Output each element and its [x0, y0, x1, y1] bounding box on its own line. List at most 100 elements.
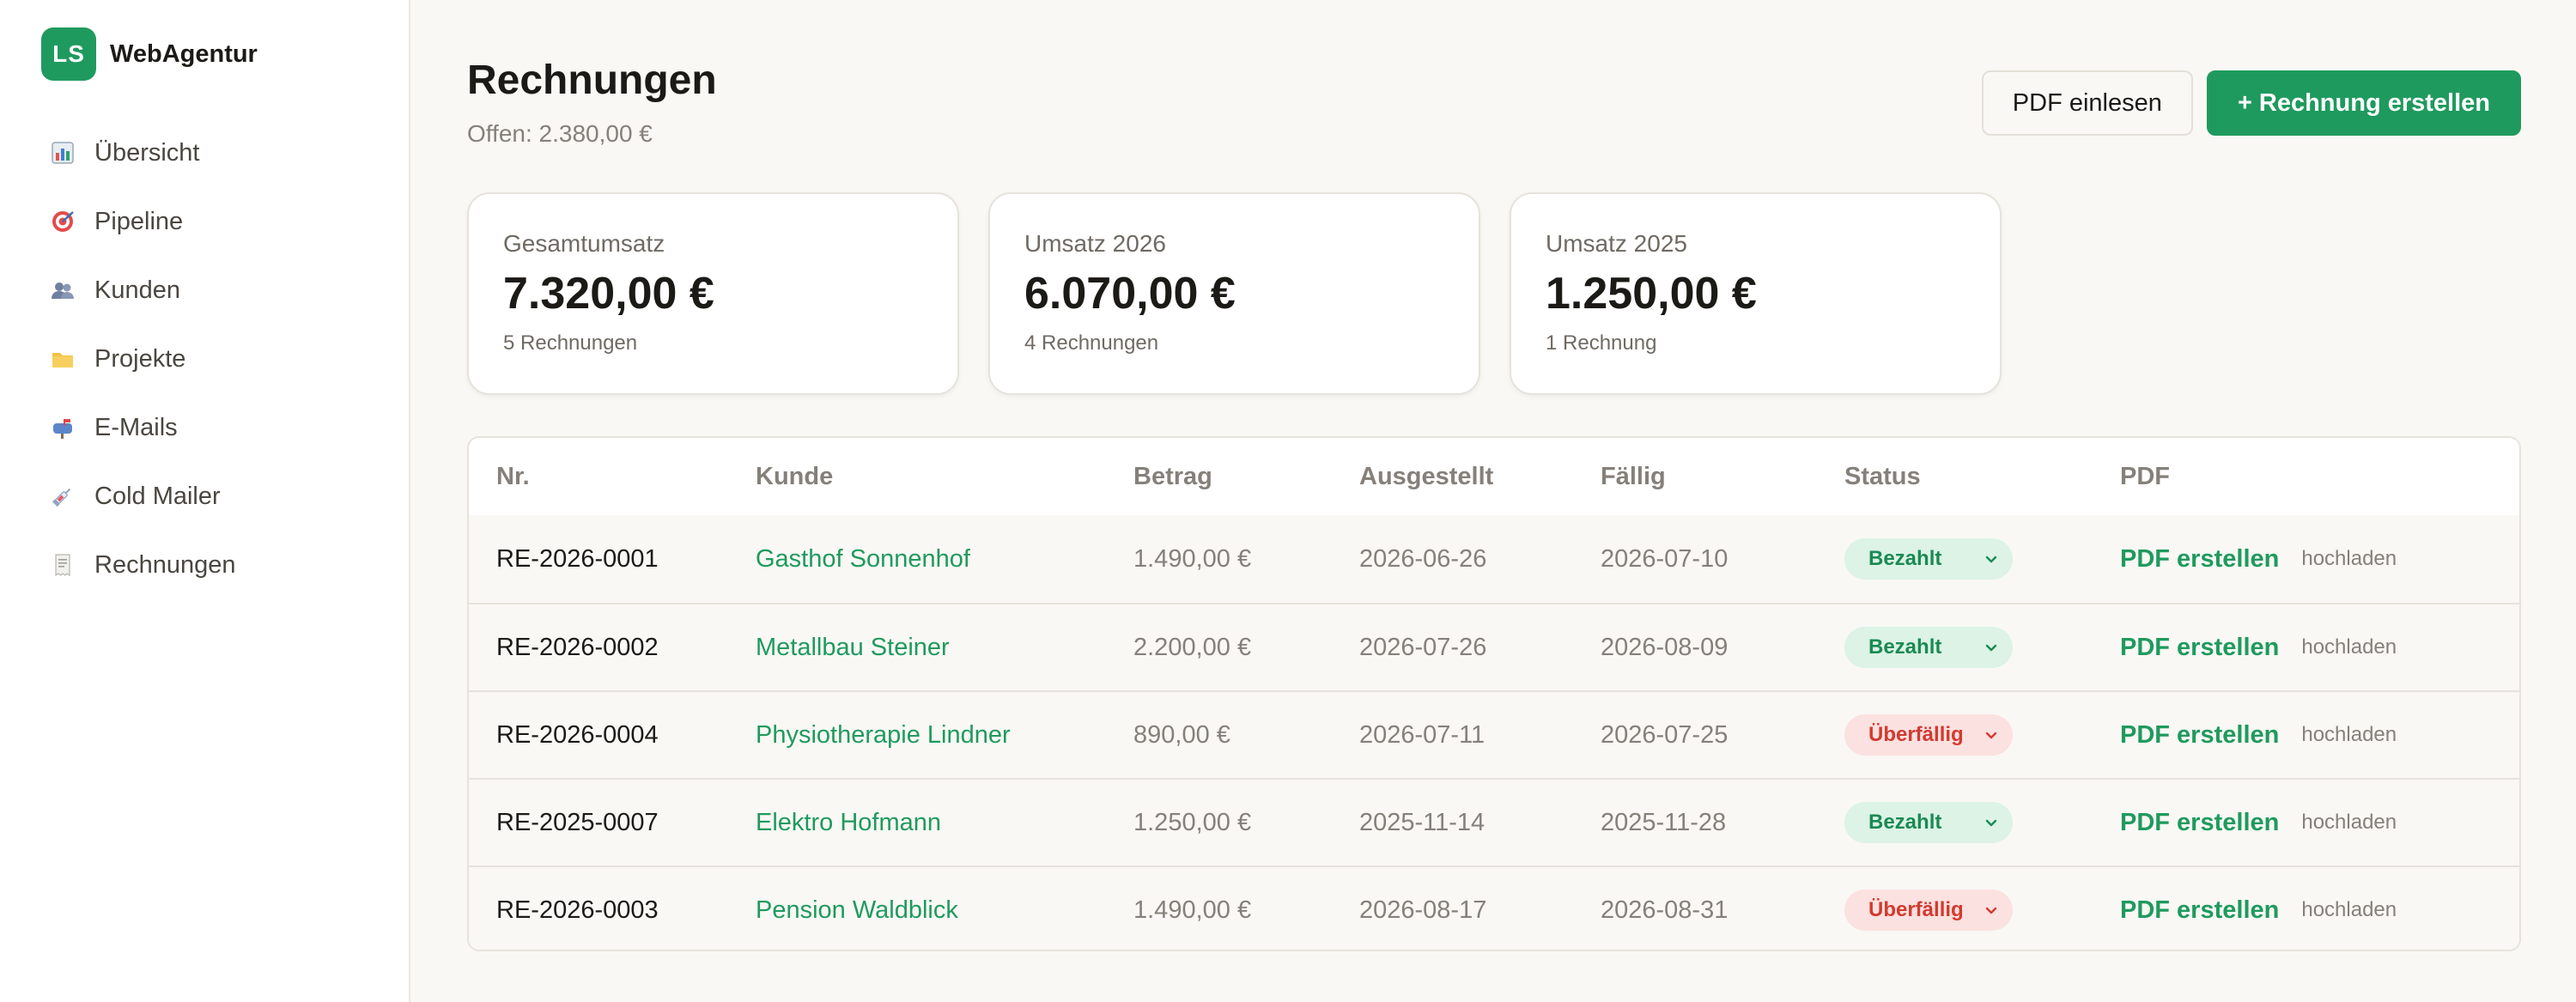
table-row[interactable]: RE-2026-0004 Physiotherapie Lindner 890,…	[469, 690, 2519, 778]
brand-logo: LS	[41, 27, 96, 81]
import-pdf-button[interactable]: PDF einlesen	[1981, 70, 2193, 136]
status-cell: Überfällig	[1844, 890, 2120, 931]
table-row[interactable]: RE-2026-0002 Metallbau Steiner 2.200,00 …	[469, 603, 2519, 690]
invoice-number: RE-2026-0001	[496, 544, 659, 573]
issued-date: 2026-06-26	[1359, 544, 1487, 573]
table-body: RE-2026-0001 Gasthof Sonnenhof 1.490,00 …	[469, 515, 2519, 950]
column-header-faellig[interactable]: Fällig	[1601, 463, 1844, 491]
status-cell: Überfällig	[1844, 714, 2120, 756]
issued-date: 2026-07-11	[1359, 720, 1485, 749]
create-invoice-button[interactable]: + Rechnung erstellen	[2206, 70, 2521, 136]
sidebar-item-uebersicht[interactable]: Übersicht	[0, 118, 409, 187]
stat-card-label: Umsatz 2025	[1546, 230, 1687, 257]
status-label: Überfällig	[1868, 898, 1964, 921]
create-pdf-link[interactable]: PDF erstellen	[2120, 545, 2279, 574]
receipt-icon	[50, 552, 76, 578]
page-title: Rechnungen	[467, 58, 717, 103]
invoice-amount: 2.200,00 €	[1133, 633, 1252, 661]
status-label: Bezahlt	[1868, 547, 1942, 570]
pdf-actions: PDF erstellen hochladen	[2120, 896, 2519, 925]
folder-icon	[50, 346, 76, 372]
status-select[interactable]: Überfällig	[1844, 890, 2013, 931]
customer-link[interactable]: Metallbau Steiner	[756, 634, 1133, 662]
invoices-table: Nr. Kunde Betrag Ausgestellt Fällig Stat…	[467, 436, 2521, 951]
stat-card-count: 1 Rechnung	[1546, 331, 1657, 355]
stat-card-count: 4 Rechnungen	[1024, 331, 1159, 355]
stat-card-2025: Umsatz 2025 1.250,00 € 1 Rechnung	[1510, 192, 2002, 395]
create-pdf-link[interactable]: PDF erstellen	[2120, 896, 2279, 925]
due-date: 2025-11-28	[1601, 808, 1727, 836]
create-pdf-link[interactable]: PDF erstellen	[2120, 809, 2279, 837]
stats-cards: Gesamtumsatz 7.320,00 € 5 Rechnungen Ums…	[467, 192, 2002, 395]
invoice-amount: 890,00 €	[1133, 720, 1230, 749]
chevron-down-icon	[1985, 556, 1997, 563]
status-select[interactable]: Bezahlt	[1844, 538, 2013, 580]
column-header-ausgestellt[interactable]: Ausgestellt	[1359, 463, 1601, 491]
sidebar-item-emails[interactable]: E-Mails	[0, 393, 409, 462]
column-header-nr[interactable]: Nr.	[469, 463, 756, 491]
users-icon	[50, 277, 76, 303]
create-pdf-link[interactable]: PDF erstellen	[2120, 721, 2279, 750]
sidebar-item-projekte[interactable]: Projekte	[0, 325, 409, 393]
issued-date: 2025-11-14	[1359, 808, 1485, 836]
column-header-kunde[interactable]: Kunde	[756, 463, 1133, 491]
stat-card-2026: Umsatz 2026 6.070,00 € 4 Rechnungen	[988, 192, 1480, 395]
header-actions: PDF einlesen + Rechnung erstellen	[1981, 70, 2521, 136]
create-pdf-link[interactable]: PDF erstellen	[2120, 634, 2279, 662]
table-row[interactable]: RE-2025-0007 Elektro Hofmann 1.250,00 € …	[469, 778, 2519, 865]
sidebar-item-label: Rechnungen	[94, 550, 236, 579]
chart-icon	[50, 140, 76, 166]
invoice-amount: 1.250,00 €	[1133, 808, 1252, 836]
due-date: 2026-08-31	[1601, 896, 1728, 924]
target-icon	[50, 209, 76, 234]
sidebar-item-label: Kunden	[94, 276, 180, 304]
customer-link[interactable]: Pension Waldblick	[756, 896, 1133, 925]
invoice-number: RE-2026-0002	[496, 633, 659, 661]
table-row[interactable]: RE-2026-0001 Gasthof Sonnenhof 1.490,00 …	[469, 515, 2519, 603]
sidebar-item-cold-mailer[interactable]: Cold Mailer	[0, 462, 409, 531]
customer-link[interactable]: Physiotherapie Lindner	[756, 721, 1133, 750]
app-root: LS WebAgentur Übersicht Pipeline Kunden …	[0, 0, 2576, 1002]
invoice-number: RE-2025-0007	[496, 808, 659, 836]
sidebar-item-kunden[interactable]: Kunden	[0, 256, 409, 325]
table-row[interactable]: RE-2026-0003 Pension Waldblick 1.490,00 …	[469, 865, 2519, 950]
sidebar-item-pipeline[interactable]: Pipeline	[0, 187, 409, 256]
chevron-down-icon	[1985, 907, 1997, 914]
brand[interactable]: LS WebAgentur	[0, 0, 409, 81]
open-amount-summary: Offen: 2.380,00 €	[467, 120, 653, 147]
brand-name: WebAgentur	[110, 39, 258, 68]
sidebar-item-rechnungen[interactable]: Rechnungen	[0, 531, 409, 599]
upload-pdf-link[interactable]: hochladen	[2301, 811, 2397, 835]
issued-date: 2026-07-26	[1359, 633, 1487, 661]
syringe-icon	[50, 483, 76, 509]
upload-pdf-link[interactable]: hochladen	[2301, 898, 2397, 922]
upload-pdf-link[interactable]: hochladen	[2301, 723, 2397, 747]
stat-card-count: 5 Rechnungen	[503, 331, 638, 355]
pdf-actions: PDF erstellen hochladen	[2120, 634, 2519, 662]
chevron-down-icon	[1985, 644, 1997, 652]
column-header-status[interactable]: Status	[1844, 463, 2120, 491]
sidebar-item-label: Pipeline	[94, 207, 184, 235]
status-select[interactable]: Bezahlt	[1844, 802, 2013, 843]
upload-pdf-link[interactable]: hochladen	[2301, 547, 2397, 571]
chevron-down-icon	[1985, 732, 1997, 739]
invoice-amount: 1.490,00 €	[1133, 544, 1252, 573]
customer-link[interactable]: Elektro Hofmann	[756, 809, 1133, 837]
status-cell: Bezahlt	[1844, 538, 2120, 580]
stat-card-value: 6.070,00 €	[1024, 269, 1236, 319]
stat-card-value: 1.250,00 €	[1546, 269, 1757, 319]
status-select[interactable]: Überfällig	[1844, 714, 2013, 756]
invoice-number: RE-2026-0004	[496, 720, 659, 749]
due-date: 2026-08-09	[1601, 633, 1728, 661]
status-select[interactable]: Bezahlt	[1844, 627, 2013, 668]
main-content: Rechnungen Offen: 2.380,00 € PDF einlese…	[410, 0, 2576, 1002]
sidebar-nav: Übersicht Pipeline Kunden Projekte E-Mai…	[0, 118, 409, 599]
status-label: Überfällig	[1868, 723, 1964, 746]
stat-card-total: Gesamtumsatz 7.320,00 € 5 Rechnungen	[467, 192, 959, 395]
pdf-actions: PDF erstellen hochladen	[2120, 545, 2519, 574]
invoice-number: RE-2026-0003	[496, 896, 659, 924]
pdf-actions: PDF erstellen hochladen	[2120, 809, 2519, 837]
customer-link[interactable]: Gasthof Sonnenhof	[756, 545, 1133, 574]
upload-pdf-link[interactable]: hochladen	[2301, 635, 2397, 659]
column-header-betrag[interactable]: Betrag	[1133, 463, 1359, 491]
